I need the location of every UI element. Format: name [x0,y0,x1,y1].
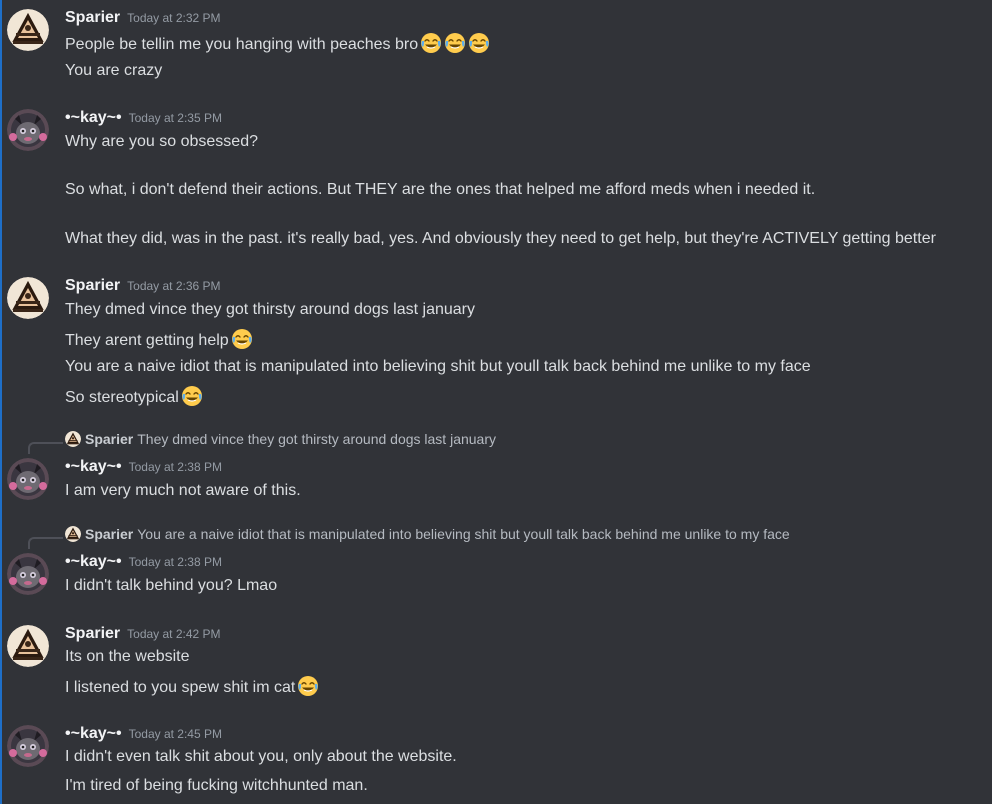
message-header: •~kay~• Today at 2:45 PM [65,725,222,745]
message-text: I didn't even talk shit about you, only … [65,748,457,765]
username[interactable]: •~kay~• [65,725,122,742]
message-group: •~kay~• Today at 2:45 PM I didn't even ta… [2,0,992,804]
message-text: I'm tired of being fucking witchhunted m… [65,777,368,794]
timestamp: Today at 2:45 PM [128,727,222,741]
chat-message-list: Sparier Today at 2:32 PM People be tellin… [0,0,992,804]
kay-avatar[interactable] [7,725,49,767]
